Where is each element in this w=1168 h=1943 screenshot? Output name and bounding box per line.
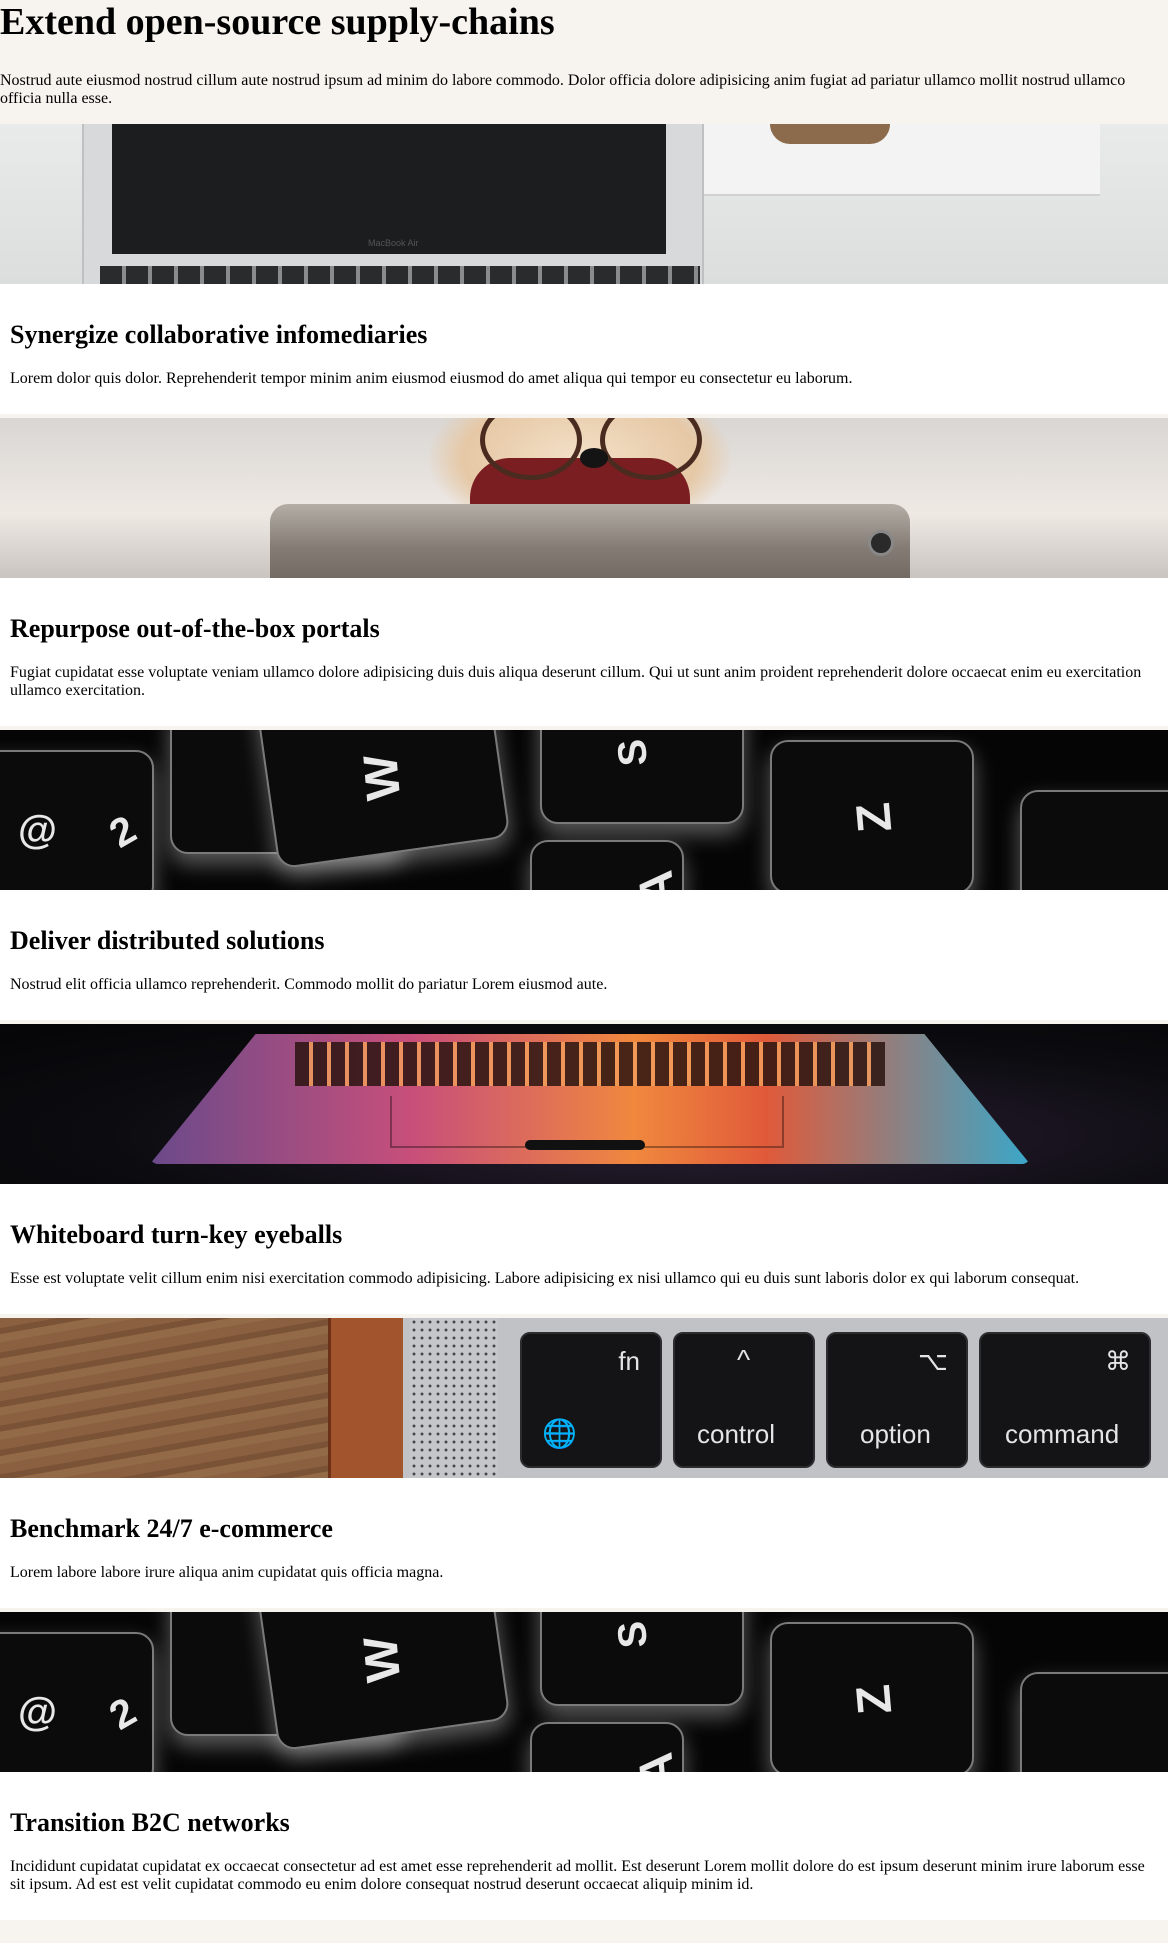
option-key-label: option <box>860 1419 931 1449</box>
card-title[interactable]: Transition B2C networks <box>0 1772 1168 1838</box>
option-symbol-icon: ⌥ <box>918 1346 948 1376</box>
card-title[interactable]: Benchmark 24/7 e-commerce <box>0 1478 1168 1544</box>
control-symbol-icon: ^ <box>737 1344 751 1375</box>
card-title[interactable]: Whiteboard turn-key eyeballs <box>0 1184 1168 1250</box>
article-card[interactable]: @ 2 W S Z A Deliver distributed solution… <box>0 730 1168 1020</box>
card-body: Nostrud elit officia ullamco reprehender… <box>10 976 608 993</box>
card-image-keyboard: @ 2 W S Z A <box>0 1612 1168 1772</box>
card-image-macbook-pro <box>0 1024 1168 1184</box>
control-key-label: control <box>697 1419 776 1449</box>
article-card[interactable]: fn 🌐 ^ control ⌥ option ⌘ command Benchm… <box>0 1318 1168 1608</box>
page-header: Extend open-source supply-chains Nostrud… <box>0 0 1168 124</box>
card-image-modifier-keys: fn 🌐 ^ control ⌥ option ⌘ command <box>0 1318 1168 1478</box>
fn-key-label: fn <box>618 1346 640 1376</box>
card-image-dog <box>0 418 1168 578</box>
card-image-keyboard: @ 2 W S Z A <box>0 730 1168 890</box>
card-image-laptop: MacBook Air <box>0 124 1168 284</box>
page-description: Nostrud aute eiusmod nostrud cillum aute… <box>0 72 1126 107</box>
command-symbol-icon: ⌘ <box>1105 1346 1131 1376</box>
card-body: Incididunt cupidatat cupidatat ex occaec… <box>10 1858 1145 1893</box>
globe-icon: 🌐 <box>542 1418 577 1449</box>
article-card[interactable]: @ 2 W S Z A Transition B2C networks Inci… <box>0 1612 1168 1920</box>
card-title[interactable]: Repurpose out-of-the-box portals <box>0 578 1168 644</box>
page-title: Extend open-source supply-chains <box>0 1 555 43</box>
article-card[interactable]: Repurpose out-of-the-box portals Fugiat … <box>0 418 1168 726</box>
card-body: Lorem labore labore irure aliqua anim cu… <box>10 1564 444 1581</box>
card-title[interactable]: Deliver distributed solutions <box>0 890 1168 956</box>
card-body: Fugiat cupidatat esse voluptate veniam u… <box>10 664 1142 699</box>
command-key-label: command <box>1005 1419 1120 1449</box>
article-card[interactable]: MacBook Air Synergize collaborative info… <box>0 124 1168 414</box>
laptop-brand-label: MacBook Air <box>368 238 419 248</box>
card-title[interactable]: Synergize collaborative infomediaries <box>0 284 1168 350</box>
card-body: Lorem dolor quis dolor. Reprehenderit te… <box>10 370 853 387</box>
card-body: Esse est voluptate velit cillum enim nis… <box>10 1270 1080 1287</box>
article-card[interactable]: Whiteboard turn-key eyeballs Esse est vo… <box>0 1024 1168 1314</box>
